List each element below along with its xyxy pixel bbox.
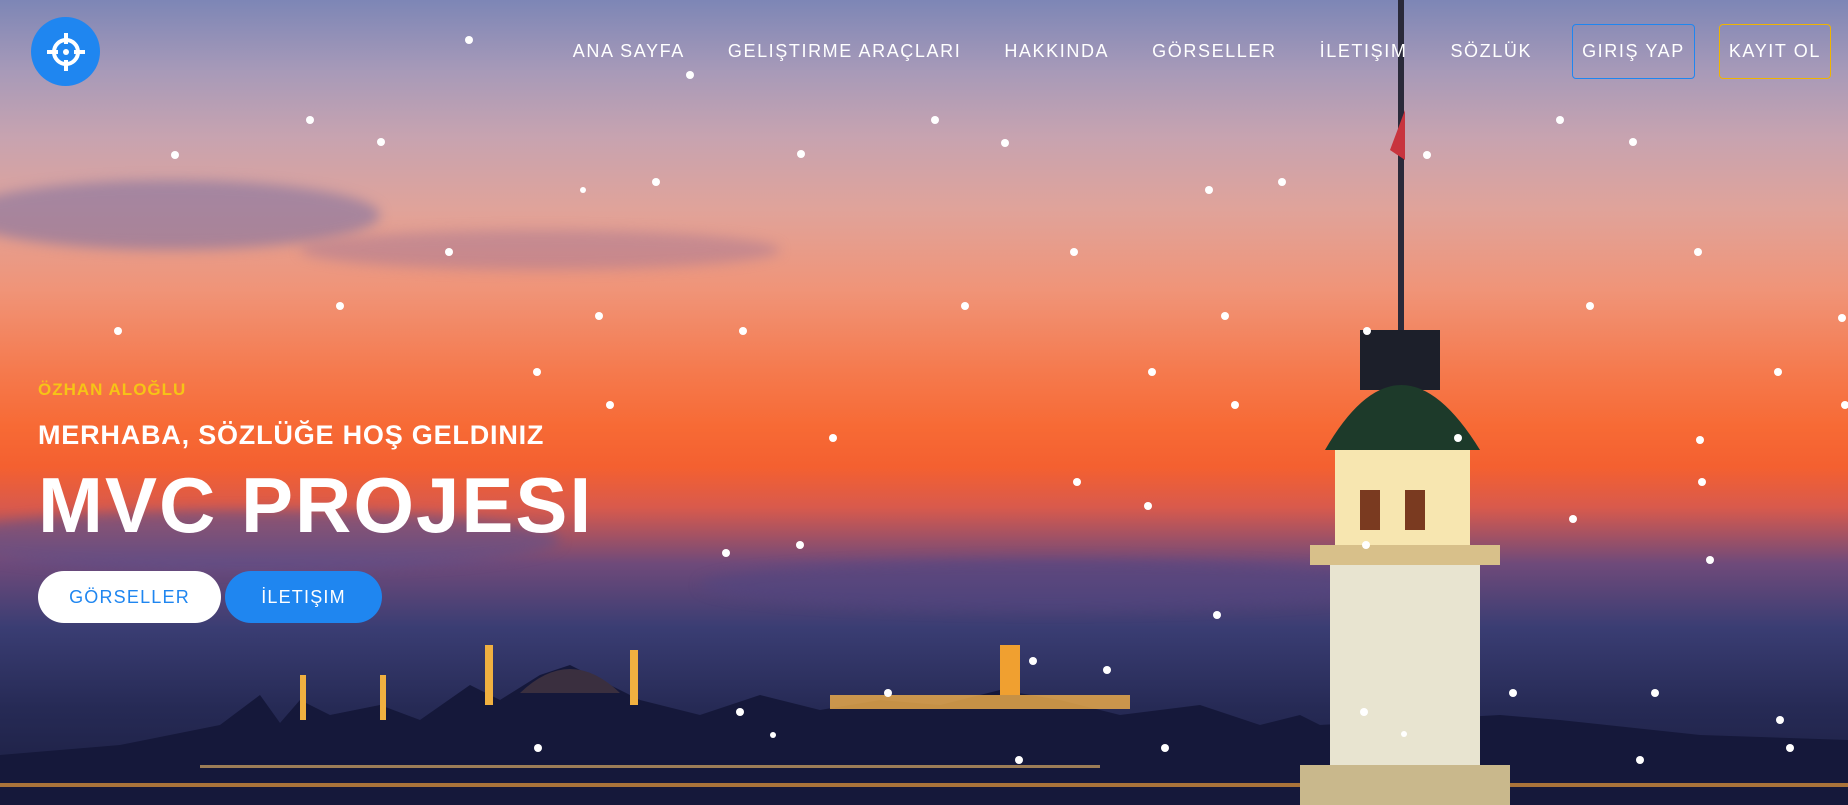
hero-content: ÖZHAN ALOĞLU MERHABA, SÖZLÜĞE HOŞ GELDIN… bbox=[38, 380, 593, 623]
contact-button[interactable]: İLETIŞIM bbox=[225, 571, 382, 623]
nav-item-dev-tools[interactable]: GELIŞTIRME ARAÇLARI bbox=[728, 41, 961, 62]
maiden-tower bbox=[1300, 0, 1510, 805]
hero-buttons: GÖRSELLER İLETIŞIM bbox=[38, 571, 593, 623]
nav-item-dictionary[interactable]: SÖZLÜK bbox=[1450, 41, 1532, 62]
gallery-button[interactable]: GÖRSELLER bbox=[38, 571, 221, 623]
greeting-text: MERHABA, SÖZLÜĞE HOŞ GELDINIZ bbox=[38, 420, 545, 450]
nav-item-contact[interactable]: İLETIŞIM bbox=[1320, 41, 1408, 62]
logo-button[interactable] bbox=[31, 17, 100, 86]
author-name: ÖZHAN ALOĞLU bbox=[38, 380, 187, 399]
nav-item-gallery[interactable]: GÖRSELLER bbox=[1152, 41, 1276, 62]
register-button[interactable]: KAYIT OL bbox=[1718, 24, 1831, 79]
nav-item-home[interactable]: ANA SAYFA bbox=[573, 41, 685, 62]
nav-item-about[interactable]: HAKKINDA bbox=[1004, 41, 1109, 62]
page-title: MVC PROJESI bbox=[38, 461, 594, 549]
cloud bbox=[300, 230, 780, 270]
login-button[interactable]: GIRIŞ YAP bbox=[1572, 24, 1695, 79]
cloud bbox=[0, 180, 380, 250]
main-nav: ANA SAYFA GELIŞTIRME ARAÇLARI HAKKINDA G… bbox=[530, 24, 1831, 79]
crosshair-icon bbox=[46, 32, 85, 71]
city-skyline bbox=[0, 645, 1848, 805]
